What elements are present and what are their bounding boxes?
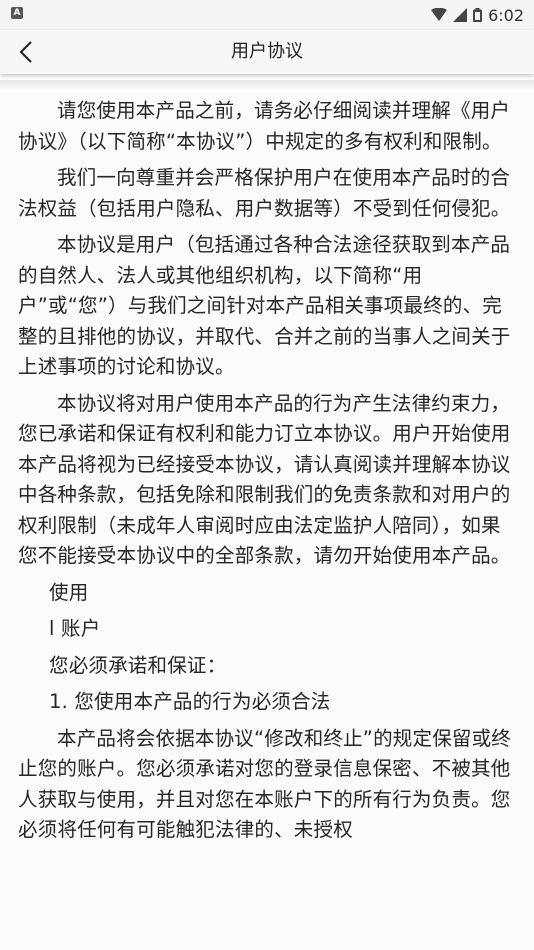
section-heading-account: l 账户 bbox=[49, 617, 101, 640]
signal-icon bbox=[453, 8, 468, 22]
back-button[interactable] bbox=[8, 34, 44, 70]
battery-icon bbox=[473, 8, 483, 22]
agreement-paragraph: 本协议将对用户使用本产品的行为产生法律约束力，您已承诺和保证有权利和能力订立本协… bbox=[18, 391, 511, 568]
app-bar: 用户协议 bbox=[0, 30, 534, 74]
chevron-left-icon bbox=[19, 41, 32, 63]
agreement-paragraph: 本产品将会依据本协议“修改和终止”的规定保留或终止您的账户。您必须承诺对您的登录… bbox=[18, 726, 512, 842]
wifi-icon bbox=[431, 8, 448, 21]
notification-icon: A bbox=[11, 7, 23, 19]
status-bar: A 6:02 bbox=[0, 0, 534, 30]
list-item: 1. 您使用本产品的行为必须合法 bbox=[49, 690, 331, 713]
agreement-content[interactable]: 请您使用本产品之前，请务必仔细阅读并理解《用户协议》（以下简称“本协议”）中规定… bbox=[0, 80, 534, 950]
page-title: 用户协议 bbox=[231, 41, 303, 62]
status-time: 6:02 bbox=[488, 5, 524, 25]
agreement-paragraph: 请您使用本产品之前，请务必仔细阅读并理解《用户协议》（以下简称“本协议”）中规定… bbox=[18, 99, 511, 153]
agreement-paragraph: 我们一向尊重并会严格保护用户在使用本产品时的合法权益（包括用户隐私、用户数据等）… bbox=[18, 166, 511, 220]
status-indicators: 6:02 bbox=[431, 4, 524, 26]
must-promise-text: 您必须承诺和保证： bbox=[49, 653, 227, 677]
section-heading-use: 使用 bbox=[49, 580, 89, 604]
agreement-paragraph: 本协议是用户（包括通过各种合法途径获取到本产品的自然人、法人或其他组织机构，以下… bbox=[18, 233, 511, 378]
